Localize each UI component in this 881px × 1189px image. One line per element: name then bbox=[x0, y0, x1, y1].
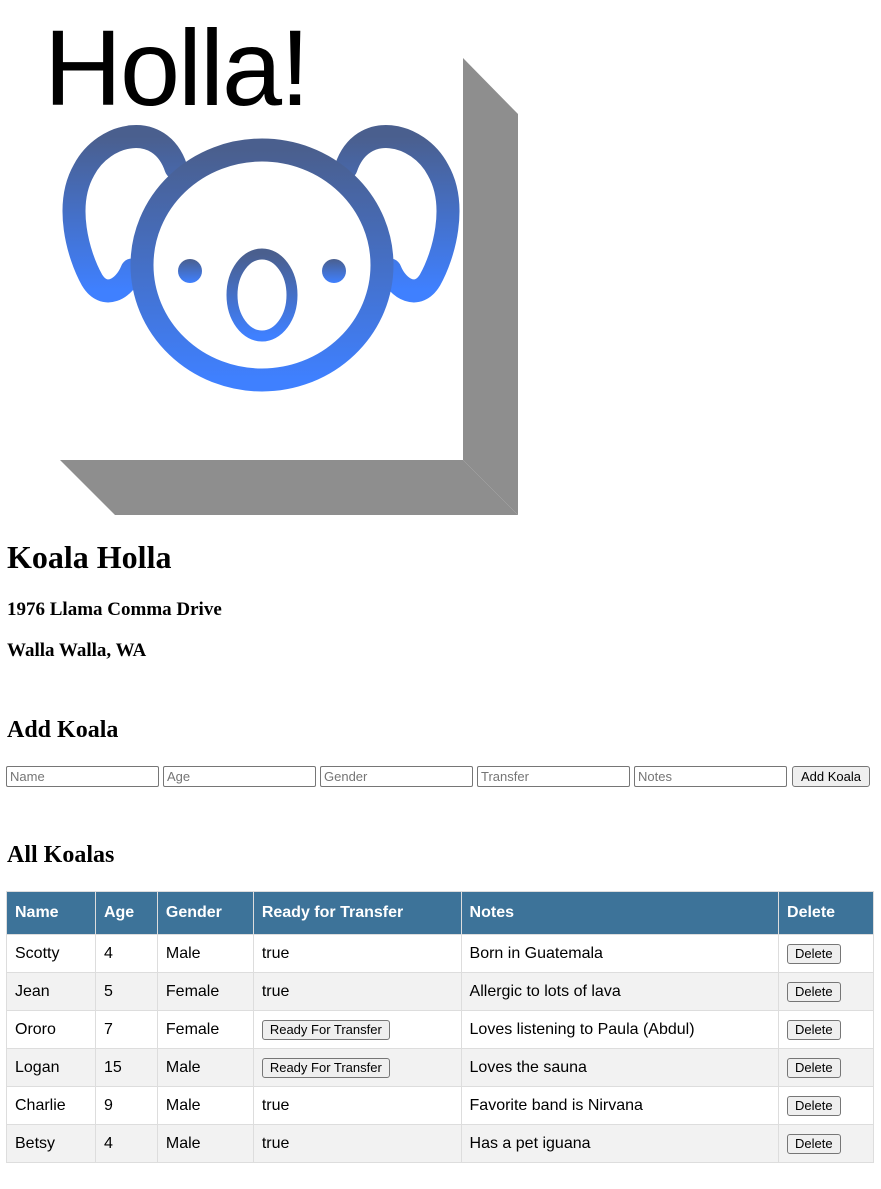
cell-notes: Favorite band is Nirvana bbox=[460, 1086, 780, 1125]
table-row: Betsy 4 Male true Has a pet iguana Delete bbox=[6, 1124, 874, 1163]
logo-title: Holla! bbox=[44, 7, 310, 128]
cell-name: Charlie bbox=[6, 1086, 96, 1125]
cell-name: Logan bbox=[6, 1048, 96, 1087]
cell-gender: Female bbox=[156, 1010, 254, 1049]
cell-delete: Delete bbox=[778, 1010, 874, 1049]
cell-age: 7 bbox=[94, 1010, 158, 1049]
name-input[interactable] bbox=[6, 766, 159, 787]
notes-input[interactable] bbox=[634, 766, 787, 787]
address-line-2: Walla Walla, WA bbox=[7, 640, 147, 661]
cell-name: Ororo bbox=[6, 1010, 96, 1049]
cell-age: 4 bbox=[94, 1124, 158, 1163]
cell-gender: Male bbox=[156, 1086, 254, 1125]
column-header-notes: Notes bbox=[460, 891, 780, 935]
cell-delete: Delete bbox=[778, 1086, 874, 1125]
cell-notes: Allergic to lots of lava bbox=[460, 972, 780, 1011]
cell-gender: Male bbox=[156, 1124, 254, 1163]
cell-age: 4 bbox=[94, 934, 158, 973]
koala-table: Name Age Gender Ready for Transfer Notes… bbox=[6, 891, 874, 1163]
cell-delete: Delete bbox=[778, 1048, 874, 1087]
cell-name: Jean bbox=[6, 972, 96, 1011]
cell-notes: Has a pet iguana bbox=[460, 1124, 780, 1163]
add-koala-button[interactable]: Add Koala bbox=[792, 766, 870, 787]
column-header-age: Age bbox=[94, 891, 158, 935]
cell-age: 9 bbox=[94, 1086, 158, 1125]
delete-button[interactable]: Delete bbox=[787, 1057, 841, 1078]
cell-age: 5 bbox=[94, 972, 158, 1011]
cell-gender: Male bbox=[156, 934, 254, 973]
cell-transfer: Ready For Transfer bbox=[252, 1010, 462, 1049]
age-input[interactable] bbox=[163, 766, 316, 787]
cell-transfer: true bbox=[252, 972, 462, 1011]
cell-notes: Loves the sauna bbox=[460, 1048, 780, 1087]
delete-button[interactable]: Delete bbox=[787, 1133, 841, 1154]
transfer-input[interactable] bbox=[477, 766, 630, 787]
cell-transfer: true bbox=[252, 1124, 462, 1163]
column-header-name: Name bbox=[6, 891, 96, 935]
add-koala-form: Add Koala bbox=[6, 766, 870, 787]
cell-gender: Male bbox=[156, 1048, 254, 1087]
logo: Holla! bbox=[0, 0, 530, 520]
cell-transfer: Ready For Transfer bbox=[252, 1048, 462, 1087]
table-row: Logan 15 Male Ready For Transfer Loves the s… bbox=[6, 1048, 874, 1087]
table-row: Ororo 7 Female Ready For Transfer Loves list… bbox=[6, 1010, 874, 1049]
cell-transfer: true bbox=[252, 934, 462, 973]
gender-input[interactable] bbox=[320, 766, 473, 787]
column-header-gender: Gender bbox=[156, 891, 254, 935]
address-line-1: 1976 Llama Comma Drive bbox=[7, 599, 222, 620]
cell-name: Betsy bbox=[6, 1124, 96, 1163]
ready-for-transfer-button[interactable]: Ready For Transfer bbox=[261, 1057, 390, 1078]
cell-notes: Born in Guatemala bbox=[460, 934, 780, 973]
cell-name: Scotty bbox=[6, 934, 96, 973]
delete-button[interactable]: Delete bbox=[787, 981, 841, 1002]
koala-table-body: Scotty 4 Male true Born in Guatemala Delete Je… bbox=[6, 934, 874, 1163]
column-header-delete: Delete bbox=[778, 891, 874, 935]
column-header-transfer: Ready for Transfer bbox=[252, 891, 462, 935]
ready-for-transfer-button[interactable]: Ready For Transfer bbox=[261, 1019, 390, 1040]
cell-notes: Loves listening to Paula (Abdul) bbox=[460, 1010, 780, 1049]
delete-button[interactable]: Delete bbox=[787, 1095, 841, 1116]
cell-delete: Delete bbox=[778, 934, 874, 973]
delete-button[interactable]: Delete bbox=[787, 943, 841, 964]
table-header-row: Name Age Gender Ready for Transfer Notes… bbox=[6, 891, 874, 935]
table-row: Scotty 4 Male true Born in Guatemala Delete bbox=[6, 934, 874, 973]
koala-face-icon bbox=[62, 125, 460, 392]
all-koalas-heading: All Koalas bbox=[7, 842, 115, 868]
cell-delete: Delete bbox=[778, 1124, 874, 1163]
table-row: Charlie 9 Male true Favorite band is Nirvana… bbox=[6, 1086, 874, 1125]
add-koala-heading: Add Koala bbox=[7, 717, 119, 743]
table-row: Jean 5 Female true Allergic to lots of lava D… bbox=[6, 972, 874, 1011]
delete-button[interactable]: Delete bbox=[787, 1019, 841, 1040]
cell-transfer: true bbox=[252, 1086, 462, 1125]
page-title: Koala Holla bbox=[7, 539, 172, 575]
cell-gender: Female bbox=[156, 972, 254, 1011]
cell-age: 15 bbox=[94, 1048, 158, 1087]
cell-delete: Delete bbox=[778, 972, 874, 1011]
